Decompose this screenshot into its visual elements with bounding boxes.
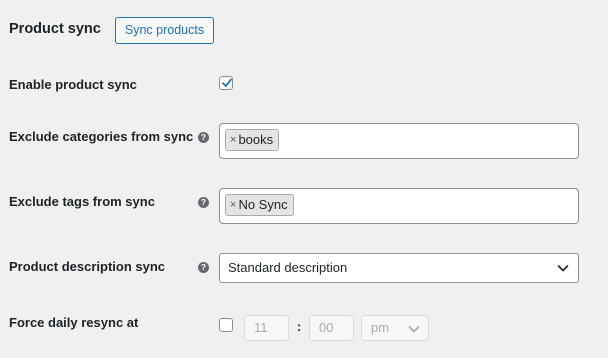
resync-ampm-value: pm xyxy=(371,320,390,335)
exclude-categories-label: Exclude categories from sync xyxy=(9,129,194,144)
section-title: Product sync xyxy=(9,21,101,37)
exclude-tags-label: Exclude tags from sync xyxy=(9,194,155,209)
tag-chip: × No Sync xyxy=(225,194,294,216)
question-circle-icon[interactable]: ? xyxy=(198,262,209,273)
resync-minute-input[interactable]: 00 xyxy=(309,315,354,341)
daily-resync-label: Force daily resync at xyxy=(9,315,139,330)
question-circle-icon[interactable]: ? xyxy=(198,132,209,143)
tag-chip-label: No Sync xyxy=(238,197,288,212)
description-sync-label: Product description sync xyxy=(9,259,166,274)
daily-resync-checkbox[interactable] xyxy=(219,318,233,332)
resync-ampm-select[interactable]: pm xyxy=(361,315,429,341)
sync-products-button[interactable]: Sync products xyxy=(115,17,214,44)
description-sync-value: Standard description xyxy=(228,260,348,275)
enable-product-sync-checkbox[interactable] xyxy=(219,76,233,90)
question-circle-icon[interactable]: ? xyxy=(198,197,209,208)
chevron-down-icon xyxy=(557,265,569,272)
time-separator: : xyxy=(297,319,302,334)
enable-product-sync-label: Enable product sync xyxy=(9,77,137,92)
chevron-down-icon xyxy=(408,326,420,333)
product-sync-settings: Product sync Sync products Enable produc… xyxy=(0,0,608,358)
category-tag-label: books xyxy=(238,132,274,147)
resync-hour-input[interactable]: 11 xyxy=(244,315,289,341)
remove-tag-icon[interactable]: × xyxy=(230,130,236,150)
remove-tag-icon[interactable]: × xyxy=(230,195,236,215)
description-sync-select[interactable]: Standard description xyxy=(219,253,579,283)
checkmark-icon xyxy=(222,78,232,87)
category-tag-chip: × books xyxy=(225,129,280,151)
exclude-categories-select[interactable]: × books xyxy=(219,123,579,159)
exclude-tags-select[interactable]: × No Sync xyxy=(219,188,579,224)
